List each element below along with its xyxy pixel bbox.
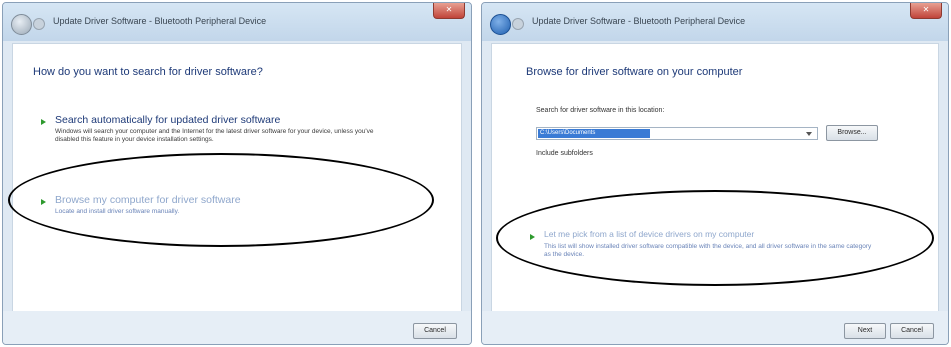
title-bar: Update Driver Software - Bluetooth Perip… [3, 3, 471, 41]
driver-path-combobox[interactable]: C:\Users\Documents [536, 127, 818, 140]
page-heading: How do you want to search for driver sof… [33, 66, 263, 78]
include-subfolders-checkbox[interactable]: Include subfolders [536, 150, 593, 157]
option-title: Search automatically for updated driver … [55, 114, 281, 126]
footer: Cancel [3, 311, 471, 344]
page-heading: Browse for driver software on your compu… [526, 66, 743, 78]
back-icon[interactable] [490, 14, 511, 35]
cancel-button[interactable]: Cancel [890, 323, 934, 339]
update-driver-window-right: Update Driver Software - Bluetooth Perip… [481, 2, 949, 345]
path-value: C:\Users\Documents [538, 129, 650, 138]
green-arrow-icon [41, 119, 46, 125]
close-button[interactable]: ✕ [910, 3, 942, 19]
close-button[interactable]: ✕ [433, 3, 465, 19]
window-title: Update Driver Software - Bluetooth Perip… [532, 16, 746, 26]
window-title: Update Driver Software - Bluetooth Perip… [53, 16, 267, 26]
browse-button[interactable]: Browse... [826, 125, 878, 141]
forward-icon [512, 18, 524, 30]
cancel-button[interactable]: Cancel [413, 323, 457, 339]
next-button[interactable]: Next [844, 323, 886, 339]
option-description: Windows will search your computer and th… [55, 128, 374, 143]
forward-icon [33, 18, 45, 30]
chevron-down-icon[interactable] [806, 132, 812, 136]
highlight-ellipse [496, 190, 934, 286]
back-icon[interactable] [11, 14, 32, 35]
highlight-ellipse [8, 153, 434, 247]
search-location-label: Search for driver software in this locat… [536, 107, 665, 114]
footer: Next Cancel [482, 311, 948, 344]
title-bar: Update Driver Software - Bluetooth Perip… [482, 3, 948, 41]
